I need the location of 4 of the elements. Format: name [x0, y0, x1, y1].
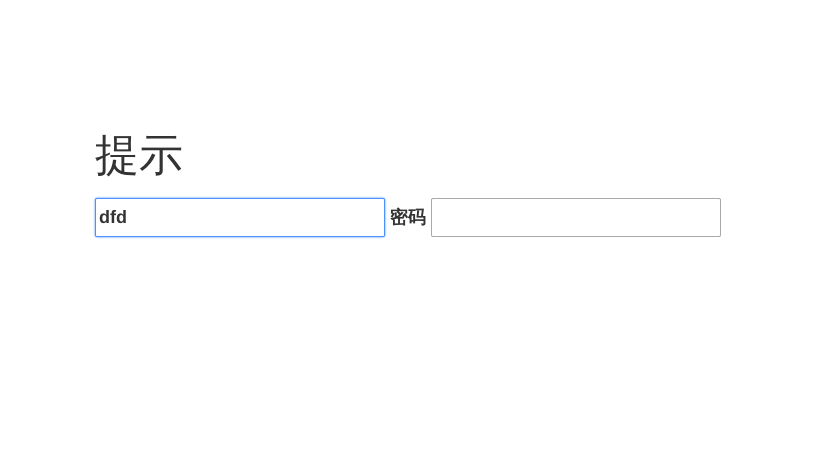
password-field[interactable]	[431, 198, 721, 237]
username-field[interactable]: dfd	[95, 198, 385, 237]
password-label: 密码	[390, 206, 426, 230]
page-heading: 提示	[95, 129, 183, 183]
